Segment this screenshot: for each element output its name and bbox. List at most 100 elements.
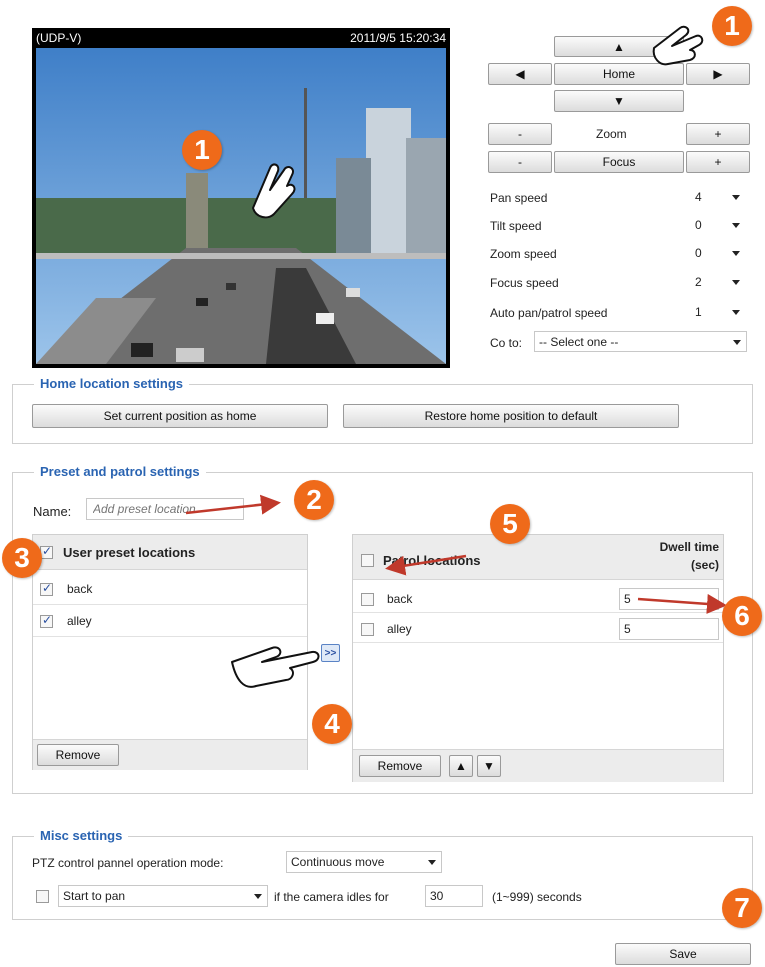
move-up-button[interactable]: ▲ [449,755,473,777]
list-item-label: alley [67,614,92,628]
tilt-speed-label: Tilt speed [490,219,542,233]
camera-feed-image [36,48,446,364]
up-arrow-icon: ▲ [455,759,467,773]
ptz-mode-select[interactable]: Continuous move [286,851,442,873]
patrol-select-all-checkbox[interactable] [361,554,374,567]
patrol-footer: Remove ▲ ▼ [353,749,723,782]
patrol-header-label: Patrol locations [383,553,481,568]
idle-action-checkbox[interactable] [36,890,49,903]
callout-badge: 7 [722,888,762,928]
tilt-down-button[interactable]: ▼ [554,90,684,112]
chevron-down-icon [732,195,740,200]
focus-far-button[interactable]: + [686,151,750,173]
user-preset-footer: Remove [33,739,307,770]
preset-patrol-legend: Preset and patrol settings [34,464,206,479]
user-preset-header-label: User preset locations [63,545,196,560]
list-item[interactable]: back [33,575,307,605]
plus-icon: + [714,127,722,141]
idle-range-label: (1~999) seconds [492,890,582,904]
list-item-label: back [67,582,93,596]
callout-badge: 4 [312,704,352,744]
focus-speed-label: Focus speed [490,276,559,290]
minus-icon: - [518,155,522,169]
zoom-out-button[interactable]: - [488,123,552,145]
chevron-down-icon [732,223,740,228]
idle-action-select[interactable]: Start to pan [58,885,268,907]
dwell-time-input[interactable]: 5 [619,588,719,610]
preset-name-label: Name: [33,504,72,519]
chevron-down-icon [732,310,740,315]
table-row[interactable]: back 5 [353,585,723,613]
zoom-speed-select[interactable]: 0 [690,243,746,263]
goto-select[interactable]: -- Select one -- [534,331,747,352]
user-preset-header: User preset locations [33,535,307,570]
table-row[interactable]: alley 5 [353,615,723,643]
callout-badge: 6 [722,596,762,636]
callout-badge: 2 [294,480,334,520]
callout-badge: 1 [182,130,222,170]
auto-patrol-speed-label: Auto pan/patrol speed [490,306,608,320]
patrol-location-name: back [387,592,413,606]
timestamp: 2011/9/5 15:20:34 [350,31,446,45]
table-row-checkbox[interactable] [361,593,374,606]
pan-right-button[interactable]: ▶ [686,63,750,85]
chevron-down-icon [428,860,436,865]
remove-patrol-button[interactable]: Remove [359,755,441,777]
pan-speed-label: Pan speed [490,191,548,205]
minus-icon: - [518,127,522,141]
list-item-checkbox[interactable] [40,613,53,628]
focus-label: Focus [602,155,636,169]
right-arrow-icon: ▶ [713,67,723,81]
dwell-time-unit: (sec) [690,558,719,572]
zoom-speed-label: Zoom speed [490,247,557,261]
home-label: Home [602,67,635,81]
user-preset-list: User preset locations back alley Remove [32,534,308,770]
chevron-down-icon [733,339,741,345]
tilt-speed-select[interactable]: 0 [690,215,746,235]
remove-preset-button[interactable]: Remove [37,744,119,766]
down-arrow-icon: ▼ [613,94,625,108]
list-item-checkbox[interactable] [40,581,53,596]
home-location-legend: Home location settings [34,376,190,391]
focus-speed-select[interactable]: 2 [690,272,746,292]
add-to-patrol-button[interactable]: >> [321,644,340,662]
dwell-time-header: Dwell time [659,540,719,554]
dwell-time-input[interactable]: 5 [619,618,719,640]
home-button[interactable]: Home [554,63,684,85]
list-item[interactable]: alley [33,607,307,637]
focus-near-button[interactable]: - [488,151,552,173]
restore-home-button[interactable]: Restore home position to default [343,404,679,428]
idle-seconds-input[interactable]: 30 [425,885,483,907]
move-down-button[interactable]: ▼ [477,755,501,777]
ptz-mode-label: PTZ control pannel operation mode: [32,856,224,870]
misc-legend: Misc settings [34,828,129,843]
callout-badge: 5 [490,504,530,544]
zoom-in-button[interactable]: + [686,123,750,145]
patrol-list: Patrol locations Dwell time (sec) back 5… [352,534,724,782]
pan-left-button[interactable]: ◀ [488,63,552,85]
goto-label: Co to: [490,336,523,350]
plus-icon: + [714,155,722,169]
table-row-checkbox[interactable] [361,623,374,636]
callout-badge: 3 [2,538,42,578]
save-button[interactable]: Save [615,943,751,965]
misc-fieldset [12,836,753,920]
auto-patrol-speed-select[interactable]: 1 [690,302,746,322]
set-home-button[interactable]: Set current position as home [32,404,328,428]
up-arrow-icon: ▲ [613,39,625,54]
pan-speed-select[interactable]: 4 [690,187,746,207]
video-title-bar: (UDP-V) 2011/9/5 15:20:34 [32,28,450,48]
down-arrow-icon: ▼ [483,759,495,773]
chevron-down-icon [732,251,740,256]
patrol-location-name: alley [387,622,412,636]
left-arrow-icon: ◀ [515,67,525,81]
callout-badge: 1 [712,6,752,46]
tilt-up-button[interactable]: ▲ [554,36,684,57]
video-panel[interactable]: (UDP-V) 2011/9/5 15:20:34 [32,28,450,368]
preset-name-input[interactable] [86,498,244,520]
focus-button[interactable]: Focus [554,151,684,173]
chevron-down-icon [254,894,262,899]
idle-text: if the camera idles for [274,890,389,904]
zoom-label: Zoom [596,127,627,141]
chevron-down-icon [732,280,740,285]
